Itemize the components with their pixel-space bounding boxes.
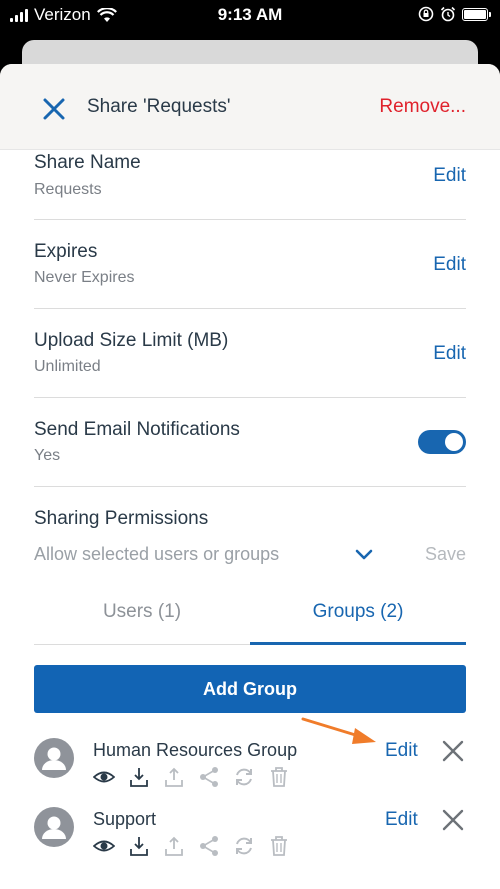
close-icon[interactable] [40, 95, 68, 123]
permissions-dropdown[interactable]: Allow selected users or groups [34, 544, 279, 565]
share-icon[interactable] [198, 835, 220, 857]
share-name-row: Share Name Requests Edit [34, 150, 466, 220]
view-icon[interactable] [92, 766, 116, 788]
list-item: Human Resources Group Edit [34, 738, 466, 798]
status-right [418, 6, 491, 22]
add-group-button[interactable]: Add Group [34, 665, 466, 713]
upload-icon[interactable] [163, 766, 185, 788]
toggle-knob [445, 433, 463, 451]
tab-active-indicator [250, 642, 466, 645]
group-name: Support [93, 809, 157, 829]
download-icon[interactable] [128, 835, 150, 857]
group-edit-button[interactable]: Edit [385, 809, 418, 831]
close-icon[interactable] [442, 740, 464, 762]
group-edit-button[interactable]: Edit [385, 740, 418, 762]
share-sheet: Share 'Requests' Remove... Share Name Re… [0, 64, 500, 889]
user-icon [42, 816, 66, 839]
expires-value: Never Expires [34, 269, 135, 286]
rotation-lock-icon [418, 6, 434, 22]
share-name-edit-button[interactable]: Edit [433, 165, 466, 187]
trash-icon[interactable] [268, 835, 290, 857]
upload-icon[interactable] [163, 835, 185, 857]
chevron-down-icon[interactable] [354, 548, 374, 562]
tab-groups[interactable]: Groups (2) [250, 601, 466, 623]
sheet-header: Share 'Requests' Remove... [0, 64, 500, 150]
page-title: Share 'Requests' [87, 96, 231, 117]
upload-limit-value: Unlimited [34, 358, 101, 375]
notifications-toggle[interactable] [418, 430, 466, 454]
share-name-label: Share Name [34, 152, 141, 173]
permission-icons [92, 835, 290, 857]
expires-label: Expires [34, 241, 98, 262]
alarm-icon [440, 6, 456, 22]
annotation-arrow-icon [301, 717, 376, 744]
save-button[interactable]: Save [425, 544, 466, 565]
status-bar: Verizon 9:13 AM [0, 0, 500, 30]
notifications-row: Send Email Notifications Yes [34, 399, 466, 487]
upload-limit-edit-button[interactable]: Edit [433, 343, 466, 365]
upload-limit-label: Upload Size Limit (MB) [34, 330, 229, 351]
notifications-value: Yes [34, 447, 61, 464]
sharing-permissions-label: Sharing Permissions [34, 508, 209, 529]
list-item: Support Edit [34, 807, 466, 867]
trash-icon[interactable] [268, 766, 290, 788]
expires-edit-button[interactable]: Edit [433, 254, 466, 276]
upload-limit-row: Upload Size Limit (MB) Unlimited Edit [34, 310, 466, 398]
view-icon[interactable] [92, 835, 116, 857]
sync-icon[interactable] [233, 835, 255, 857]
permission-icons [92, 766, 290, 788]
avatar [34, 738, 74, 778]
user-icon [42, 747, 66, 770]
sync-icon[interactable] [233, 766, 255, 788]
group-name: Human Resources Group [93, 740, 298, 760]
notifications-label: Send Email Notifications [34, 419, 240, 440]
close-icon[interactable] [442, 809, 464, 831]
share-name-value: Requests [34, 181, 102, 198]
battery-icon [462, 7, 491, 21]
share-icon[interactable] [198, 766, 220, 788]
tab-users[interactable]: Users (1) [34, 601, 250, 623]
download-icon[interactable] [128, 766, 150, 788]
remove-button[interactable]: Remove... [379, 96, 466, 118]
avatar [34, 807, 74, 847]
expires-row: Expires Never Expires Edit [34, 221, 466, 309]
